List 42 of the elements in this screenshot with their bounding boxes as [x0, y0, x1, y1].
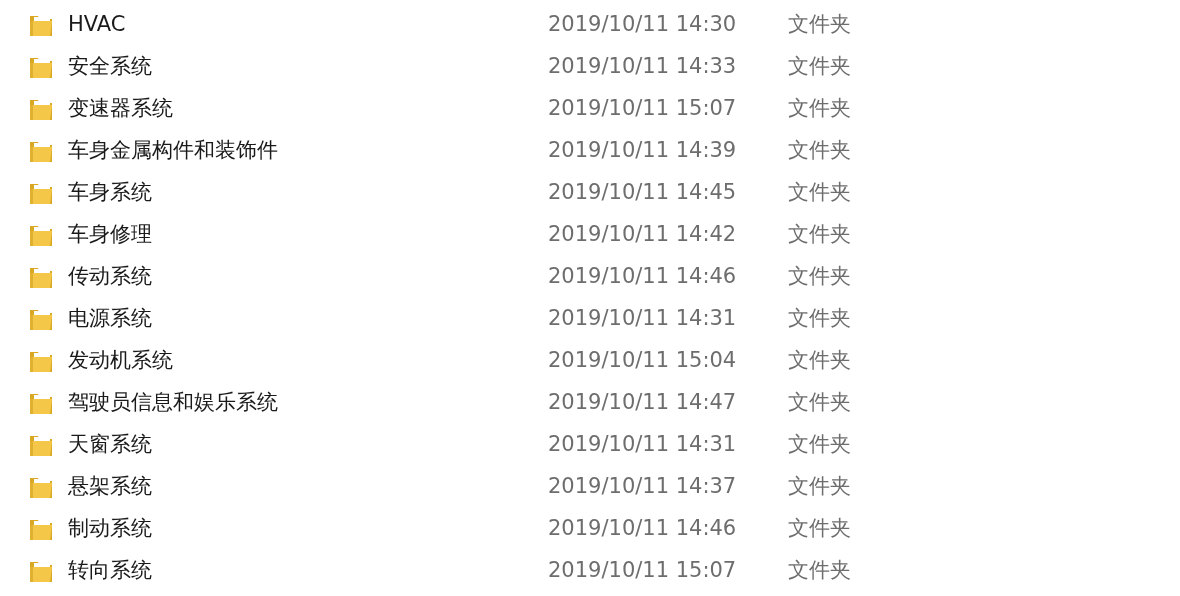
file-name[interactable]: 驾驶员信息和娱乐系统: [68, 387, 548, 419]
file-name[interactable]: 传动系统: [68, 261, 548, 293]
modified-date: 2019/10/11 14:37: [548, 473, 738, 501]
file-name[interactable]: 制动系统: [68, 513, 548, 545]
file-name[interactable]: HVAC: [68, 9, 548, 41]
file-type: 文件夹: [788, 431, 851, 459]
modified-date: 2019/10/11 15:04: [548, 347, 738, 375]
modified-date: 2019/10/11 15:07: [548, 557, 738, 585]
file-type: 文件夹: [788, 53, 851, 81]
file-name[interactable]: 车身修理: [68, 219, 548, 251]
modified-date: 2019/10/11 14:31: [548, 305, 738, 333]
file-type: 文件夹: [788, 95, 851, 123]
modified-date: 2019/10/11 14:42: [548, 221, 738, 249]
file-name[interactable]: 车身系统: [68, 177, 548, 209]
modified-date: 2019/10/11 14:39: [548, 137, 738, 165]
file-name[interactable]: 变速器系统: [68, 93, 548, 125]
file-type: 文件夹: [788, 389, 851, 417]
modified-date: 2019/10/11 14:33: [548, 53, 738, 81]
modified-date: 2019/10/11 14:47: [548, 389, 738, 417]
modified-date: 2019/10/11 14:46: [548, 263, 738, 291]
file-name[interactable]: 转向系统: [68, 555, 548, 587]
file-type: 文件夹: [788, 347, 851, 375]
file-name[interactable]: 车身金属构件和装饰件: [68, 135, 548, 167]
modified-date: 2019/10/11 14:46: [548, 515, 738, 543]
file-name[interactable]: 电源系统: [68, 303, 548, 335]
file-name[interactable]: 悬架系统: [68, 471, 548, 503]
file-type: 文件夹: [788, 515, 851, 543]
file-type: 文件夹: [788, 263, 851, 291]
file-type: 文件夹: [788, 473, 851, 501]
file-name[interactable]: 安全系统: [68, 51, 548, 83]
file-type: 文件夹: [788, 305, 851, 333]
modified-date: 2019/10/11 14:30: [548, 11, 738, 39]
file-type: 文件夹: [788, 179, 851, 207]
file-type: 文件夹: [788, 221, 851, 249]
file-name[interactable]: 发动机系统: [68, 345, 548, 377]
file-name[interactable]: 天窗系统: [68, 429, 548, 461]
modified-date: 2019/10/11 14:31: [548, 431, 738, 459]
file-type: 文件夹: [788, 557, 851, 585]
modified-date: 2019/10/11 15:07: [548, 95, 738, 123]
modified-date: 2019/10/11 14:45: [548, 179, 738, 207]
file-type: 文件夹: [788, 11, 851, 39]
file-type: 文件夹: [788, 137, 851, 165]
